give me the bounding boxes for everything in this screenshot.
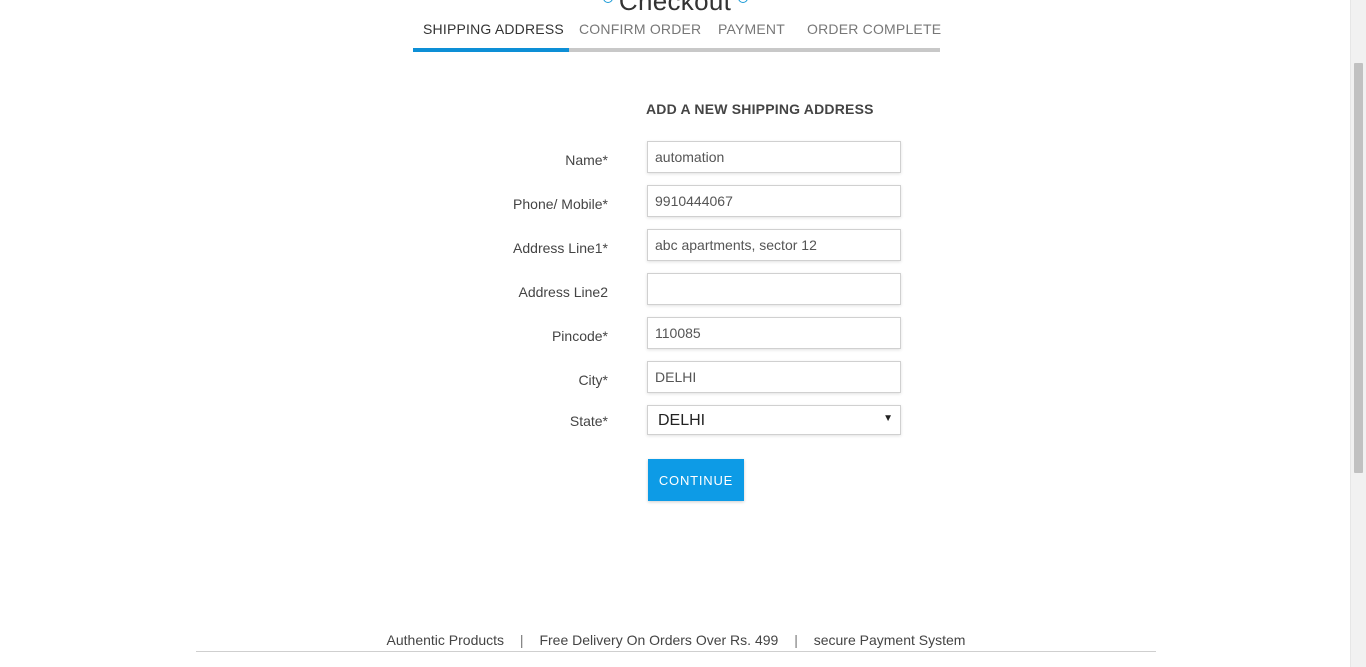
footer-item-authentic: Authentic Products [386,632,505,648]
form-heading: ADD A NEW SHIPPING ADDRESS [646,101,874,117]
address-line2-input[interactable] [647,273,901,305]
footer-features: Authentic Products | Free Delivery On Or… [196,632,1156,648]
footer-divider [196,651,1156,652]
phone-input[interactable] [647,185,901,217]
step-confirm-order[interactable]: CONFIRM ORDER [579,21,701,37]
checkout-page: Checkout SHIPPING ADDRESS CONFIRM ORDER … [0,0,1366,667]
continue-button[interactable]: CONTINUE [648,459,744,501]
checkout-steps: SHIPPING ADDRESS CONFIRM ORDER PAYMENT O… [413,18,941,52]
name-label: Name* [565,152,608,168]
footer-separator: | [794,632,798,648]
page-scrollbar[interactable] [1350,0,1366,667]
footer-item-secure-payment: secure Payment System [813,632,966,648]
address-line1-label: Address Line1* [513,240,608,256]
triangle-down-icon: ▼ [883,413,893,424]
step-shipping-address[interactable]: SHIPPING ADDRESS [423,21,564,37]
footer-separator: | [519,632,524,648]
address-line1-input[interactable] [647,229,901,261]
step-order-complete[interactable]: ORDER COMPLETE [807,21,941,37]
city-label: City* [578,372,608,388]
city-input[interactable] [647,361,901,393]
name-input[interactable] [647,141,901,173]
pincode-label: Pincode* [551,328,608,344]
state-label: State* [569,413,608,429]
footer-item-free-delivery: Free Delivery On Orders Over Rs. 499 [539,632,779,648]
state-selected-value: DELHI [658,412,706,429]
scrollbar-thumb[interactable] [1354,63,1363,473]
phone-label: Phone/ Mobile* [513,196,608,212]
pincode-input[interactable] [647,317,901,349]
active-step-indicator [413,48,569,52]
step-payment[interactable]: PAYMENT [718,21,785,37]
state-select[interactable]: DELHI ▼ [647,405,901,435]
page-title: Checkout [618,0,732,16]
address-line2-label: Address Line2 [518,284,608,300]
